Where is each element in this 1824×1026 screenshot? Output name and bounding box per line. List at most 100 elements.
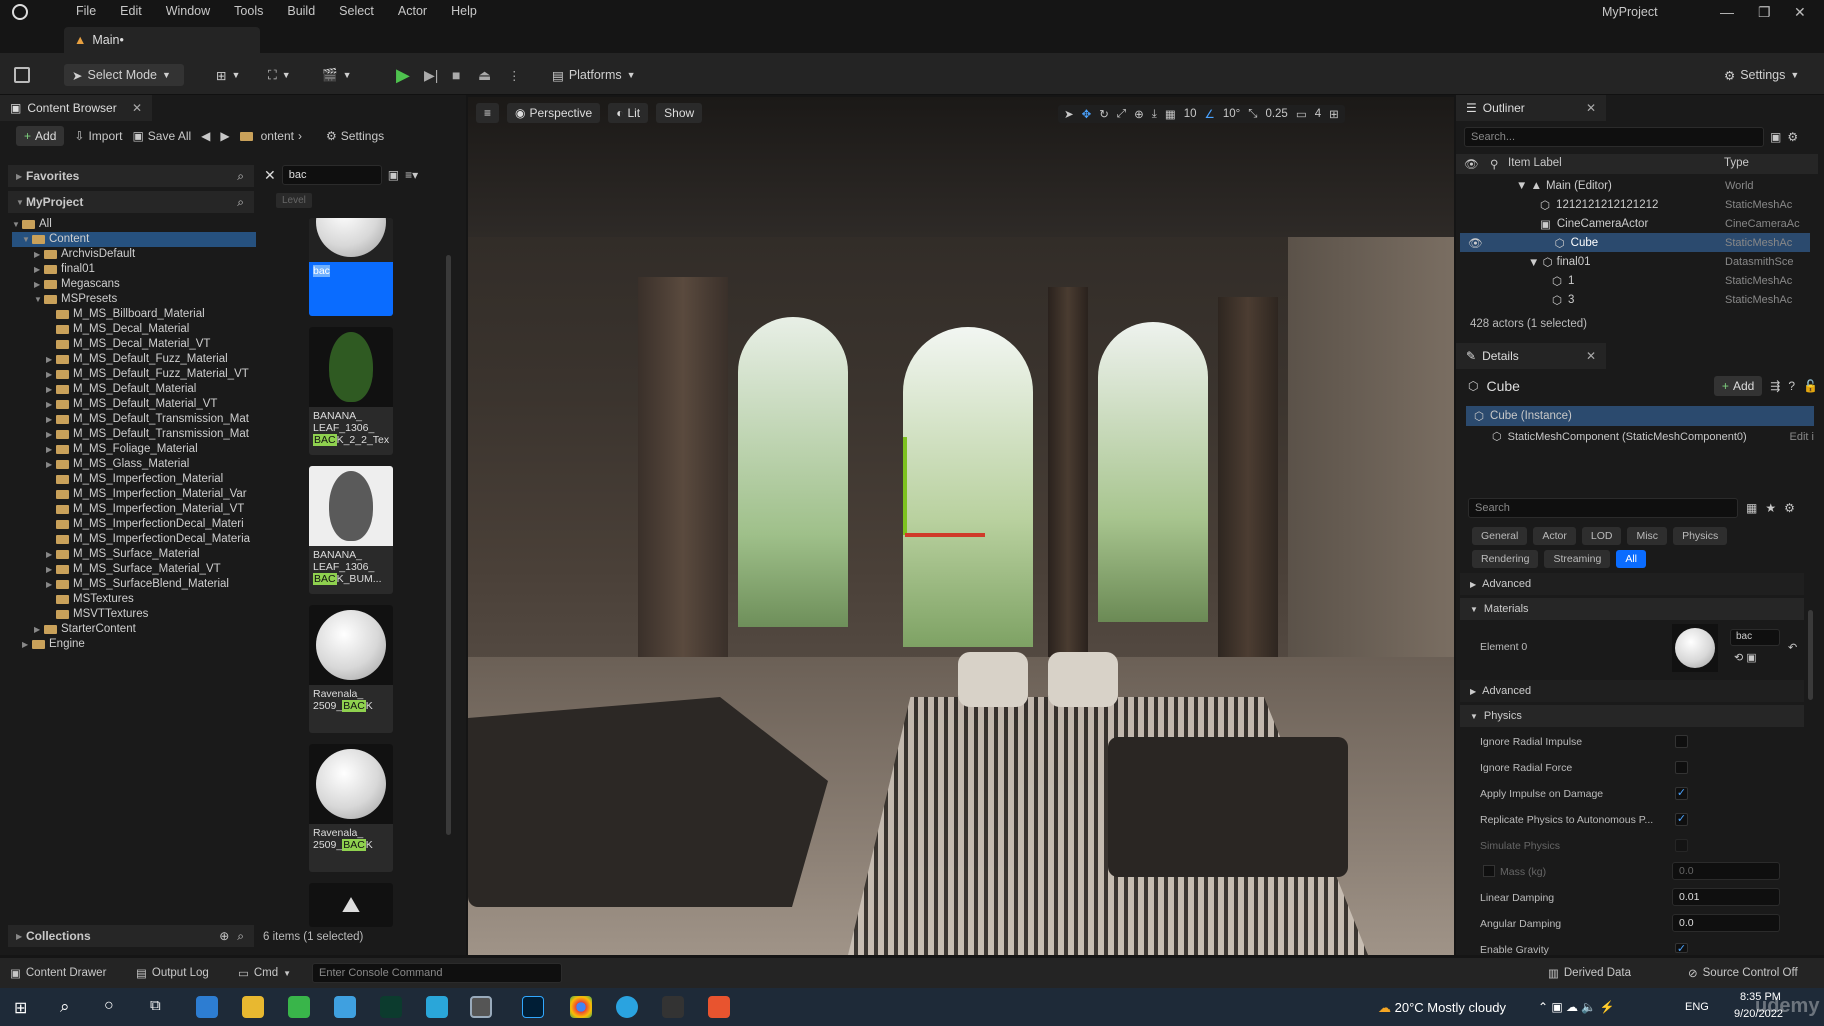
tree-item[interactable]: ▶ M_MS_Surface_Material_VT <box>12 562 256 577</box>
content-settings-button[interactable]: ⚙ Settings <box>326 129 384 143</box>
search-icon[interactable]: ⌕ <box>237 929 244 944</box>
search-icon[interactable]: ⌕ <box>237 195 244 210</box>
menu-edit[interactable]: Edit <box>108 4 154 18</box>
task-view-icon[interactable]: ⧉ <box>150 997 161 1014</box>
filter-chip[interactable]: Level <box>276 193 312 208</box>
search-icon[interactable]: ⌕ <box>237 169 244 184</box>
cinematics-icon[interactable]: 🎬 ▼ <box>322 64 352 86</box>
telegram-icon[interactable] <box>616 996 638 1018</box>
asset-tile[interactable]: BANANA_ LEAF_1306_ BACK_BUM... <box>309 466 393 594</box>
select-mode-dropdown[interactable]: ➤ Select Mode ▼ <box>64 64 184 86</box>
weather-widget[interactable]: ☁ 20°C Mostly cloudy <box>1378 1000 1506 1016</box>
scale-tool-icon[interactable]: ⤢ <box>1117 108 1126 121</box>
eye-icon[interactable]: 👁 <box>1468 236 1483 250</box>
asset-scrollbar[interactable] <box>446 255 451 835</box>
tree-item[interactable]: M_MS_ImperfectionDecal_Materi <box>12 517 256 532</box>
mass-input[interactable]: 0.0 <box>1672 862 1780 880</box>
scale-snap-icon[interactable]: ⤡ <box>1248 108 1257 121</box>
ignore-radial-impulse-checkbox[interactable] <box>1675 735 1688 748</box>
save-icon[interactable] <box>14 64 30 86</box>
advanced-section[interactable]: ▶ Advanced <box>1460 680 1804 702</box>
asset-tile[interactable]: Ravenala_ 2509_BACK <box>309 744 393 872</box>
tree-item[interactable]: ▶ M_MS_Default_Fuzz_Material <box>12 352 256 367</box>
angular-damping-input[interactable]: 0.0 <box>1672 914 1780 932</box>
tree-item[interactable]: ▶ M_MS_Default_Transmission_Mat <box>12 412 256 427</box>
tree-item[interactable]: ▶ M_MS_Default_Material <box>12 382 256 397</box>
outliner-row[interactable]: ▣ CineCameraActor CineCameraAc <box>1460 214 1810 233</box>
unreal-engine-icon[interactable] <box>470 996 492 1018</box>
lock-icon[interactable]: 🔓 <box>1803 379 1818 393</box>
close-icon[interactable]: ✕ <box>1586 349 1596 363</box>
collections-header[interactable]: ▶ Collections ⊕ ⌕ <box>8 925 254 947</box>
close-icon[interactable]: ✕ <box>132 101 142 115</box>
camera-speed-value[interactable]: 4 <box>1315 108 1321 120</box>
tree-item[interactable]: ▶ M_MS_Glass_Material <box>12 457 256 472</box>
menu-file[interactable]: File <box>64 4 108 18</box>
import-button[interactable]: ⇩ Import <box>74 129 122 143</box>
tab-misc[interactable]: Misc <box>1627 527 1668 545</box>
show-button[interactable]: Show <box>656 103 703 123</box>
tab-physics[interactable]: Physics <box>1673 527 1728 545</box>
tree-item[interactable]: ▶ Engine <box>12 637 256 652</box>
tab-all[interactable]: All <box>1616 550 1646 568</box>
tree-item[interactable]: ▼ Content <box>12 232 256 247</box>
viewport-menu-icon[interactable]: ≡ <box>476 103 500 123</box>
tab-streaming[interactable]: Streaming <box>1544 550 1611 568</box>
rotation-snap-value[interactable]: 10° <box>1223 108 1240 120</box>
menu-actor[interactable]: Actor <box>386 4 439 18</box>
edit-in-cpp-link[interactable]: Edit i <box>1790 431 1814 443</box>
grid-snap-value[interactable]: 10 <box>1184 108 1197 120</box>
tab-general[interactable]: General <box>1472 527 1528 545</box>
menu-window[interactable]: Window <box>154 4 222 18</box>
star-icon[interactable]: ★ <box>1765 501 1776 515</box>
tree-item[interactable]: ▶ Megascans <box>12 277 256 292</box>
back-icon[interactable]: ◀ <box>201 129 210 143</box>
ignore-radial-force-checkbox[interactable] <box>1675 761 1688 774</box>
camera-speed-icon[interactable]: ▭ <box>1296 107 1307 121</box>
advanced-section[interactable]: ▶ Advanced <box>1460 573 1804 595</box>
cmd-dropdown[interactable]: ▭ Cmd ▼ <box>238 966 291 980</box>
tree-item[interactable]: M_MS_Imperfection_Material_VT <box>12 502 256 517</box>
settings-dropdown[interactable]: ⚙ Settings ▼ <box>1724 64 1799 86</box>
forward-icon[interactable]: ▶ <box>220 129 229 143</box>
gizmo-y-axis[interactable] <box>903 437 907 535</box>
tree-item[interactable]: ▶ M_MS_Foliage_Material <box>12 442 256 457</box>
add-actor-icon[interactable]: ⊞ ▼ <box>216 64 240 86</box>
save-all-button[interactable]: ▣ Save All <box>132 129 191 143</box>
cortana-icon[interactable]: ○ <box>104 997 114 1015</box>
play-icon[interactable]: ▶ <box>396 64 410 86</box>
app-icon[interactable] <box>196 996 218 1018</box>
menu-select[interactable]: Select <box>327 4 386 18</box>
tree-item[interactable]: ▶ M_MS_Default_Material_VT <box>12 397 256 412</box>
tree-item[interactable]: M_MS_Billboard_Material <box>12 307 256 322</box>
world-space-icon[interactable]: ⊕ <box>1134 107 1144 121</box>
windows-start-icon[interactable]: ⊞ <box>14 998 27 1018</box>
tree-item[interactable]: M_MS_Decal_Material <box>12 322 256 337</box>
asset-tile[interactable]: BANANA_ LEAF_1306_ BACK_2_2_Tex <box>309 327 393 455</box>
clear-search-icon[interactable]: ✕ <box>264 167 276 184</box>
rotate-tool-icon[interactable]: ↻ <box>1099 107 1109 121</box>
menu-tools[interactable]: Tools <box>222 4 275 18</box>
materials-section[interactable]: ▼ Materials <box>1460 598 1804 620</box>
content-browser-tab[interactable]: ▣ Content Browser ✕ <box>0 95 152 121</box>
scale-snap-value[interactable]: 0.25 <box>1265 108 1287 120</box>
reset-icon[interactable]: ↶ <box>1788 641 1797 654</box>
lit-button[interactable]: ◐ Lit <box>608 103 649 123</box>
outliner-tab[interactable]: ☰ Outliner ✕ <box>1456 95 1606 121</box>
details-tab[interactable]: ✎ Details ✕ <box>1456 343 1606 369</box>
outliner-row[interactable]: ⬡ 1 StaticMeshAc <box>1460 271 1810 290</box>
photoshop-icon[interactable] <box>522 996 544 1018</box>
gizmo-x-axis[interactable] <box>905 533 985 537</box>
app-icon[interactable] <box>708 996 730 1018</box>
tab-actor[interactable]: Actor <box>1533 527 1576 545</box>
menu-build[interactable]: Build <box>275 4 327 18</box>
console-command-input[interactable]: Enter Console Command <box>312 963 562 983</box>
outliner-row[interactable]: ▼ ⬡ final01 DatasmithSce <box>1460 252 1810 271</box>
perspective-button[interactable]: ◉ Perspective <box>507 103 601 123</box>
tab-rendering[interactable]: Rendering <box>1472 550 1539 568</box>
output-log-button[interactable]: ▤ Output Log <box>136 966 209 980</box>
surface-snap-icon[interactable]: ⤓ <box>1152 108 1157 121</box>
menu-help[interactable]: Help <box>439 4 489 18</box>
rotation-snap-icon[interactable]: ∠ <box>1205 107 1215 121</box>
asset-tile[interactable]: ⛰ <box>309 883 393 927</box>
